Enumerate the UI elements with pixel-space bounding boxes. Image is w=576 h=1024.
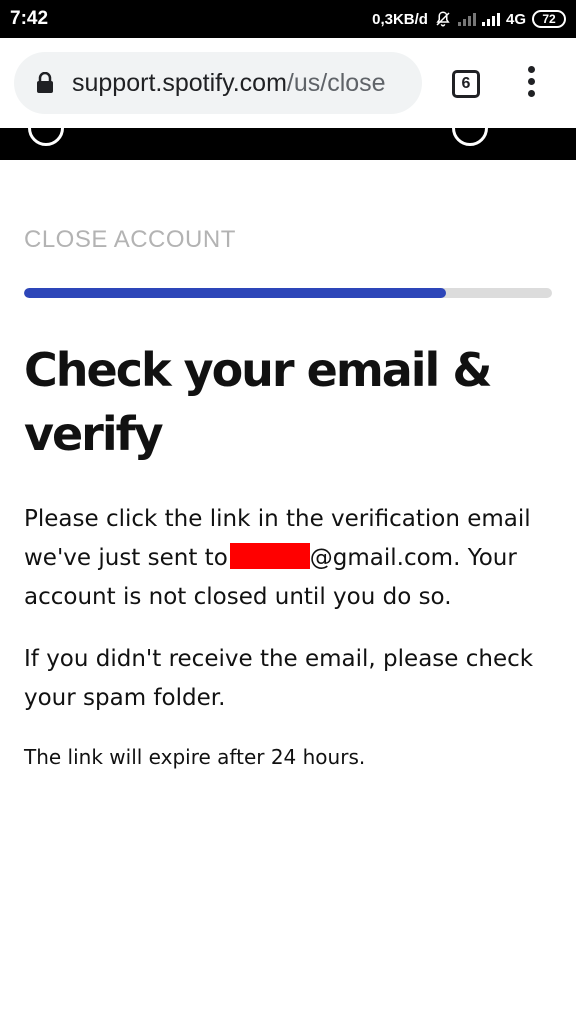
network-type: 4G: [505, 10, 526, 28]
bell-off-icon: [436, 11, 450, 27]
account-icon[interactable]: [452, 128, 488, 146]
status-time: 7:42: [10, 8, 49, 29]
spam-folder-hint: If you didn't receive the email, please …: [24, 646, 534, 711]
status-icons: 0,3KB/d 4G 72: [372, 10, 566, 28]
expiry-note: The link will expire after 24 hours.: [24, 745, 366, 769]
url-path: /us/close: [286, 68, 386, 97]
signal-icon: [481, 12, 500, 26]
status-bar: 7:42 0,3KB/d 4G 72: [0, 0, 576, 38]
browser-toolbar: support.spotify.com/us/close 6: [0, 38, 576, 128]
tab-switcher-button[interactable]: 6: [452, 70, 480, 98]
network-speed: 0,3KB/d: [372, 10, 428, 28]
logo-icon[interactable]: [28, 128, 64, 146]
redacted-email: [229, 543, 310, 569]
progress-fill: [24, 288, 447, 298]
url-host: support.spotify.com: [72, 68, 287, 97]
page-title: Check your email & verify: [24, 343, 492, 461]
kebab-menu-icon[interactable]: [520, 66, 542, 100]
signal-icon: [457, 12, 476, 26]
tab-count: 6: [461, 75, 471, 92]
section-label: CLOSE ACCOUNT: [24, 226, 236, 253]
address-bar[interactable]: support.spotify.com/us/close: [14, 52, 422, 114]
verification-message: Please click the link in the verificatio…: [24, 500, 552, 617]
lock-icon[interactable]: [36, 72, 54, 94]
battery-icon: 72: [532, 10, 566, 28]
url-text[interactable]: support.spotify.com/us/close: [72, 69, 386, 98]
site-header: [0, 128, 576, 160]
progress-bar: [24, 288, 552, 298]
battery-level: 72: [542, 12, 556, 26]
